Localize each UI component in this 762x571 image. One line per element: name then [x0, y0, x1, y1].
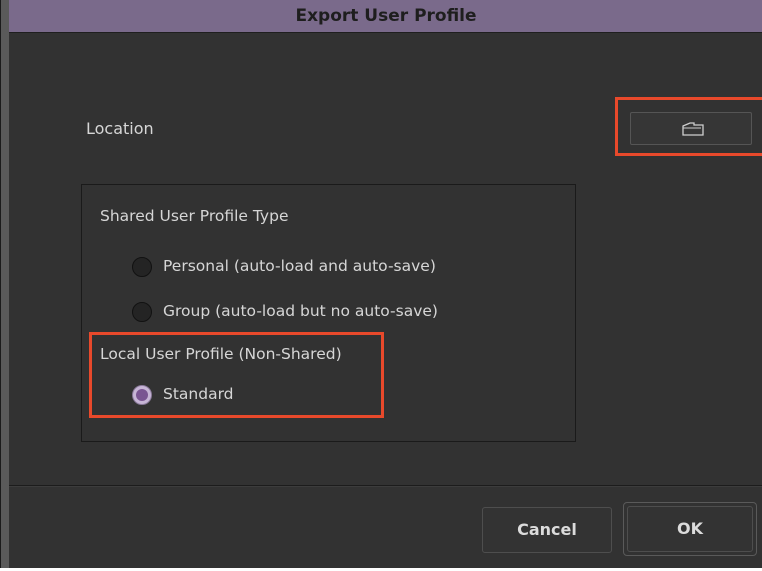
window-edge	[1, 0, 9, 568]
dialog-title: Export User Profile	[295, 6, 477, 26]
ok-button[interactable]: OK	[627, 506, 753, 552]
shared-profile-heading: Shared User Profile Type	[100, 207, 289, 225]
group-radio-label[interactable]: Group (auto-load but no auto-save)	[163, 302, 438, 320]
personal-radio[interactable]	[132, 257, 152, 277]
browse-button-highlight	[615, 97, 762, 156]
group-radio[interactable]	[132, 302, 152, 322]
cancel-button[interactable]: Cancel	[482, 507, 612, 553]
location-label: Location	[86, 119, 154, 138]
personal-radio-label[interactable]: Personal (auto-load and auto-save)	[163, 257, 436, 275]
title-bar: Export User Profile	[9, 0, 762, 33]
footer-divider-highlight	[9, 486, 762, 487]
export-user-profile-dialog: Export User Profile Location Shared User…	[0, 0, 762, 568]
local-profile-highlight	[89, 332, 384, 418]
